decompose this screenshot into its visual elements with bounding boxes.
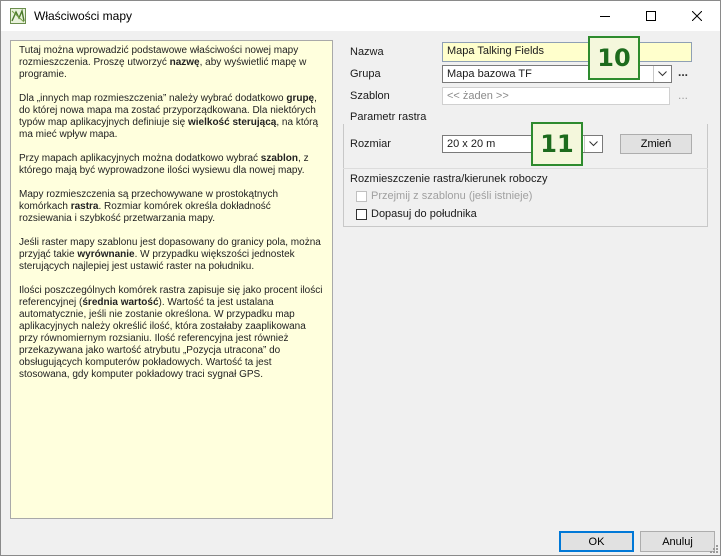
size-dropdown-button[interactable]: [584, 136, 602, 152]
dialog-window: Właściwości mapy Tutaj można wprowadzić …: [0, 0, 721, 556]
chevron-down-icon: [658, 71, 667, 77]
title-bar: Właściwości mapy: [1, 1, 720, 31]
help-paragraph: Mapy rozmieszczenia są przechowywane w p…: [19, 189, 278, 224]
template-combobox-value: << żaden >>: [447, 90, 509, 102]
template-more-button: ...: [678, 88, 689, 102]
group-dropdown-button[interactable]: [653, 66, 671, 82]
group-combobox-value: Mapa bazowa TF: [447, 68, 532, 80]
callout-badge-11: 11: [531, 122, 583, 166]
group-divider: [343, 226, 708, 227]
maximize-button[interactable]: [628, 1, 674, 31]
checkbox-box: [356, 190, 367, 202]
name-input[interactable]: Mapa Talking Fields: [442, 42, 692, 62]
resize-grip-icon[interactable]: [708, 543, 718, 553]
group-more-button[interactable]: ...: [678, 65, 688, 79]
chevron-down-icon: [589, 141, 598, 147]
callout-badge-10: 10: [588, 36, 640, 80]
help-paragraph: Dla „innych map rozmieszczenia” należy w…: [19, 93, 319, 140]
minimize-icon: [600, 16, 610, 17]
minimize-button[interactable]: [582, 1, 628, 31]
help-paragraph: Ilości poszczególnych komórek rastra zap…: [19, 285, 323, 380]
maximize-icon: [646, 11, 656, 21]
name-label: Nazwa: [350, 46, 384, 58]
close-icon: [692, 11, 702, 21]
cancel-button[interactable]: Anuluj: [640, 531, 715, 552]
template-label: Szablon: [350, 90, 390, 102]
help-paragraph: Tutaj można wprowadzić podstawowe właści…: [19, 45, 307, 80]
adopt-from-template-checkbox: Przejmij z szablonu (jeśli istnieje): [356, 190, 532, 202]
help-text-panel: Tutaj można wprowadzić podstawowe właści…: [10, 40, 333, 519]
help-paragraph: Jeśli raster mapy szablonu jest dopasowa…: [19, 237, 321, 272]
window-title: Właściwości mapy: [34, 9, 133, 23]
size-combobox-value: 20 x 20 m: [447, 138, 496, 150]
map-app-icon: [10, 8, 26, 24]
checkbox-box: [356, 208, 367, 220]
alignment-label: Rozmieszczenie rastra/kierunek roboczy: [350, 173, 548, 185]
close-button[interactable]: [674, 1, 720, 31]
help-paragraph: Przy mapach aplikacyjnych można dodatkow…: [19, 153, 309, 176]
dialog-footer: OK Anuluj: [1, 523, 720, 555]
align-to-meridian-checkbox[interactable]: Dopasuj do południka: [356, 208, 477, 220]
group-divider: [343, 124, 344, 226]
align-to-meridian-label: Dopasuj do południka: [371, 208, 477, 220]
group-divider: [343, 168, 708, 169]
group-label: Grupa: [350, 68, 381, 80]
raster-group-title: Parametr rastra: [350, 111, 427, 123]
ok-button[interactable]: OK: [559, 531, 634, 552]
group-divider: [707, 124, 708, 226]
size-label: Rozmiar: [350, 138, 391, 150]
adopt-from-template-label: Przejmij z szablonu (jeśli istnieje): [371, 190, 533, 202]
change-button[interactable]: Zmień: [620, 134, 692, 154]
name-input-value: Mapa Talking Fields: [447, 45, 545, 57]
template-combobox: << żaden >>: [442, 87, 670, 105]
